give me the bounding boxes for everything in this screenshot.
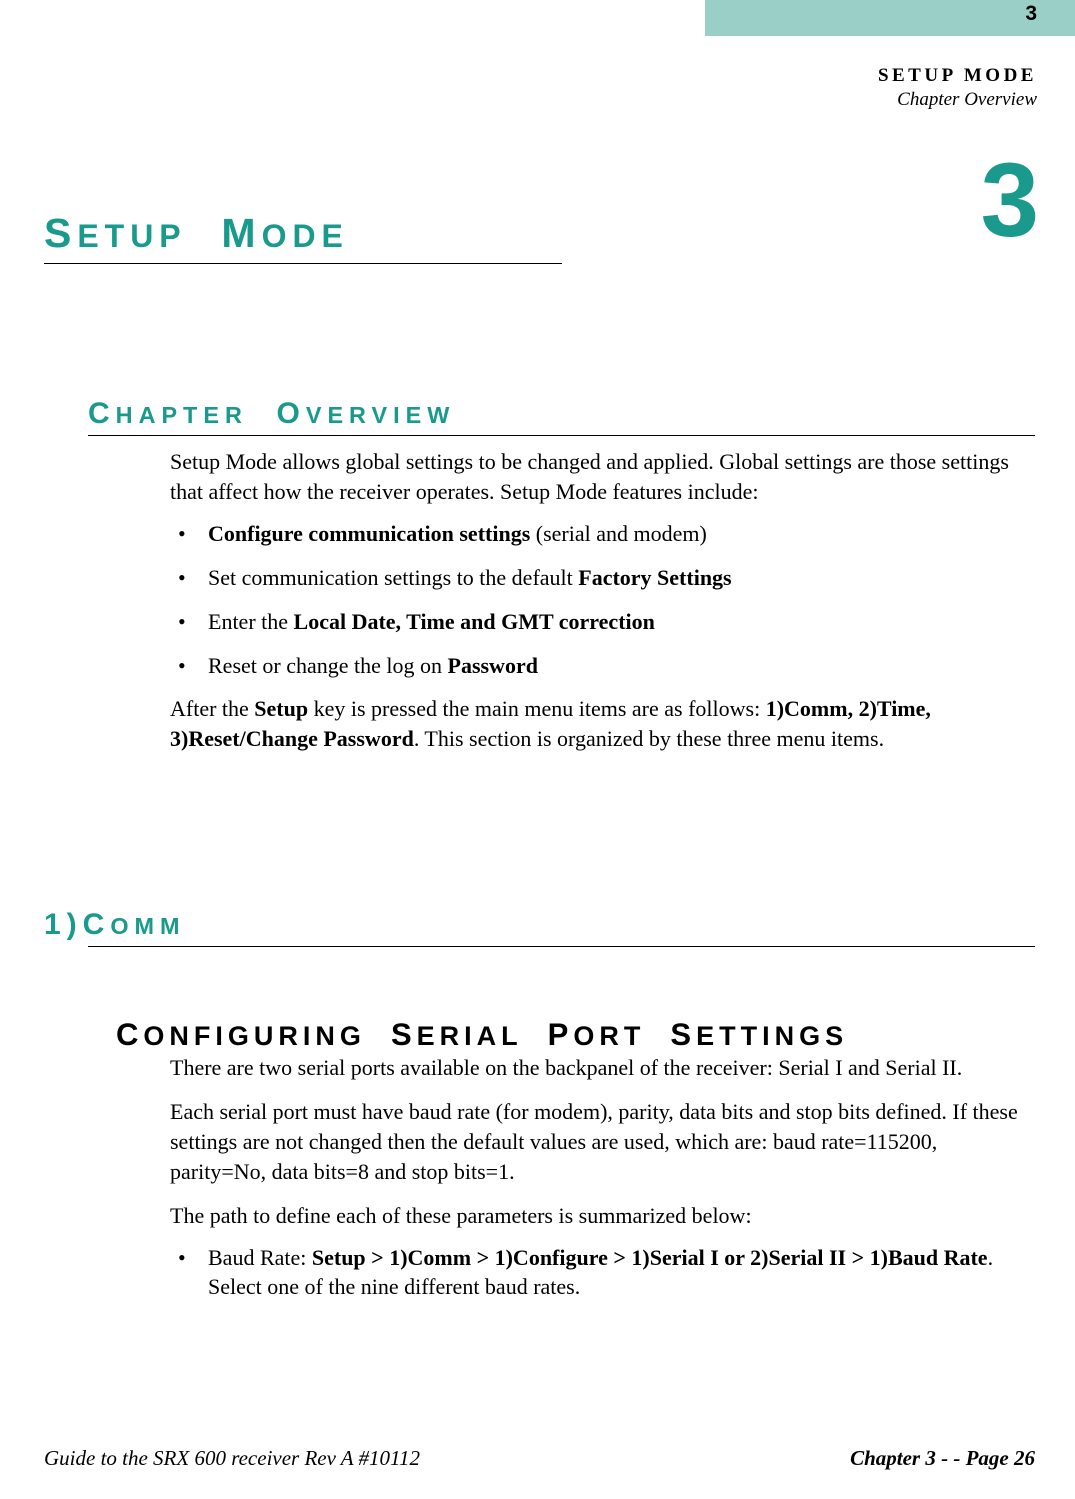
running-header: SETUP MODE Chapter Overview — [705, 64, 1075, 113]
running-header-title: SETUP MODE — [705, 64, 1037, 88]
section-rule-overview — [88, 435, 1035, 436]
bullet4-bold: Password — [448, 653, 538, 678]
list-item: Set communication settings to the defaul… — [170, 563, 1035, 593]
sh-w3a: P — [548, 1017, 574, 1052]
list-item: Enter the Local Date, Time and GMT corre… — [170, 607, 1035, 637]
footer-right: Chapter 3 - - Page 26 — [850, 1446, 1035, 1471]
bullet4-pre: Reset or change the log on — [208, 653, 448, 678]
section-heading-comm: 1)COMM — [44, 908, 186, 942]
sh-w4b: ETTINGS — [696, 1021, 848, 1051]
oa-p1: After the — [170, 696, 254, 721]
overview-after: After the Setup key is pressed the main … — [170, 694, 1035, 754]
overview-w2a: O — [277, 397, 306, 430]
serial-bullets: Baud Rate: Setup > 1)Comm > 1)Configure … — [170, 1243, 1035, 1303]
sh-w2a: S — [391, 1017, 417, 1052]
running-header-subtitle: Chapter Overview — [705, 88, 1037, 112]
page-number-top: 3 — [705, 0, 1075, 26]
comm-b: OMM — [110, 913, 185, 939]
footer-left: Guide to the SRX 600 receiver Rev A #101… — [44, 1446, 420, 1471]
overview-w1a: C — [88, 397, 116, 430]
list-item: Reset or change the log on Password — [170, 651, 1035, 681]
page: 3 SETUP MODE Chapter Overview 3 SETUP MO… — [0, 0, 1075, 1499]
section-heading-overview: CHAPTER OVERVIEW — [88, 397, 455, 431]
page-footer: Guide to the SRX 600 receiver Rev A #101… — [44, 1446, 1035, 1471]
bullet2-pre: Set communication settings to the defaul… — [208, 565, 578, 590]
serial-p3: The path to define each of these paramet… — [170, 1201, 1035, 1231]
list-item: Configure communication settings (serial… — [170, 519, 1035, 549]
bullet1-rest: (serial and modem) — [530, 521, 707, 546]
overview-bullets: Configure communication settings (serial… — [170, 519, 1035, 681]
chapter-title: SETUP MODE — [44, 210, 562, 263]
overview-w2b: VERVIEW — [306, 402, 455, 428]
list-item: Baud Rate: Setup > 1)Comm > 1)Configure … — [170, 1243, 1035, 1303]
chapter-number-large: 3 — [981, 148, 1039, 253]
chapter-title-word2-rest: ODE — [262, 218, 349, 254]
top-right-header: 3 SETUP MODE Chapter Overview — [705, 0, 1075, 113]
oa-p3: . This section is organized by these thr… — [414, 726, 884, 751]
sb-bold: Setup > 1)Comm > 1)Configure > 1)Serial … — [312, 1245, 988, 1270]
chapter-title-word2-cap: M — [221, 210, 261, 256]
sh-w2b: ERIAL — [417, 1021, 523, 1051]
serial-body: There are two serial ports available on … — [170, 1053, 1035, 1316]
sh-w1b: ONFIGURING — [143, 1021, 366, 1051]
comm-a: 1)C — [44, 908, 110, 941]
section-rule-comm — [88, 946, 1035, 947]
oa-b1: Setup — [254, 696, 308, 721]
bullet2-bold: Factory Settings — [578, 565, 731, 590]
bullet3-bold: Local Date, Time and GMT correction — [294, 609, 655, 634]
sh-w4a: S — [670, 1017, 696, 1052]
header-tab: 3 — [705, 0, 1075, 36]
overview-intro: Setup Mode allows global settings to be … — [170, 447, 1035, 507]
sh-w3b: ORT — [573, 1021, 645, 1051]
serial-p2: Each serial port must have baud rate (fo… — [170, 1097, 1035, 1187]
chapter-title-word1-rest: ETUP — [77, 218, 186, 254]
bullet1-bold: Configure communication settings — [208, 521, 530, 546]
bullet3-pre: Enter the — [208, 609, 294, 634]
sub-heading-serial: CONFIGURING SERIAL PORT SETTINGS — [116, 1017, 848, 1053]
sb-pre: Baud Rate: — [208, 1245, 312, 1270]
overview-w1b: HAPTER — [116, 402, 248, 428]
overview-body: Setup Mode allows global settings to be … — [170, 447, 1035, 754]
chapter-title-block: SETUP MODE — [44, 210, 562, 264]
serial-p1: There are two serial ports available on … — [170, 1053, 1035, 1083]
chapter-title-word1-cap: S — [44, 210, 77, 256]
oa-p2: key is pressed the main menu items are a… — [308, 696, 766, 721]
chapter-title-rule — [44, 263, 562, 264]
sh-w1a: C — [116, 1017, 143, 1052]
